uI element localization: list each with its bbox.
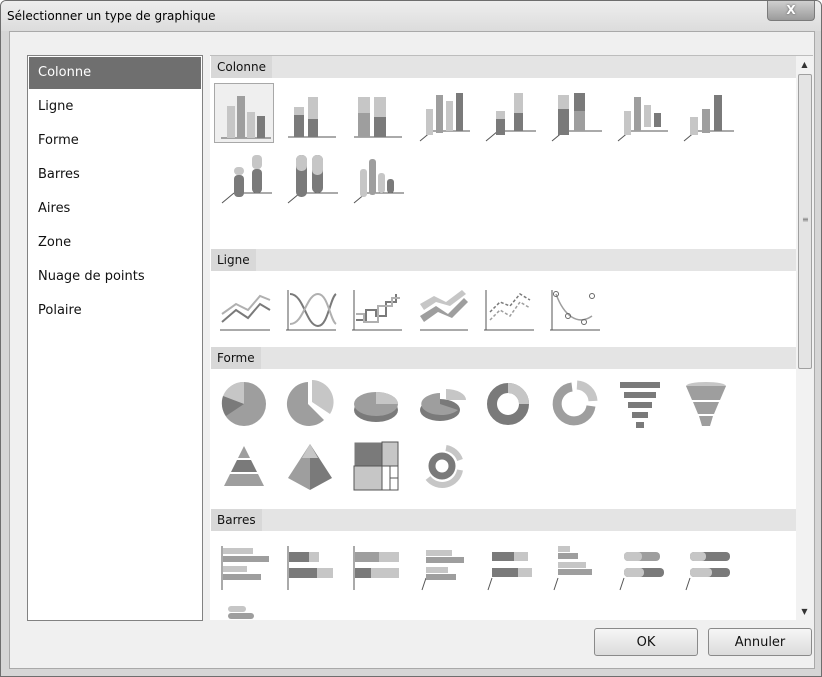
sidebar-item-forme[interactable]: Forme <box>29 125 201 157</box>
3d-cylinder-column-icon[interactable] <box>676 83 736 143</box>
3d-cylinder-clustered-bar-icon[interactable] <box>214 598 274 620</box>
clustered-bar-icon[interactable] <box>214 536 274 596</box>
sidebar-item-colonne[interactable]: Colonne <box>29 57 201 89</box>
dialog-body: Colonne Ligne Forme Barres Aires Zone Nu… <box>9 31 815 669</box>
3d-cylinder-bar-icon[interactable] <box>610 536 670 596</box>
3d-exploded-pie-icon[interactable] <box>412 374 472 434</box>
section-header-ligne: Ligne <box>211 249 796 271</box>
section-label: Ligne <box>211 249 256 271</box>
full-stacked-bar-icon[interactable] <box>346 536 406 596</box>
vertical-scrollbar[interactable]: ▲ ≡ ▼ <box>796 56 813 620</box>
3d-stacked-column-icon[interactable] <box>478 83 538 143</box>
line-with-markers-icon[interactable] <box>478 276 538 336</box>
sidebar-item-ligne[interactable]: Ligne <box>29 91 201 123</box>
ok-button[interactable]: OK <box>594 628 698 656</box>
3d-cylinder-clustered-icon[interactable] <box>346 145 406 205</box>
dialog-window: Sélectionner un type de graphique X Colo… <box>0 0 822 677</box>
3d-pyramid-icon[interactable] <box>280 436 340 496</box>
stacked-bar-icon[interactable] <box>280 536 340 596</box>
funnel-icon[interactable] <box>610 374 670 434</box>
title-bar[interactable]: Sélectionner un type de graphique X <box>1 1 821 31</box>
close-button[interactable]: X <box>767 1 815 21</box>
3d-full-stacked-column-icon[interactable] <box>544 83 604 143</box>
exploded-pie-icon[interactable] <box>280 374 340 434</box>
sidebar-item-polaire[interactable]: Polaire <box>29 295 201 327</box>
section-header-colonne: Colonne <box>211 56 796 78</box>
section-label: Barres <box>211 509 262 531</box>
3d-line-icon[interactable] <box>412 276 472 336</box>
section-label: Forme <box>211 347 261 369</box>
3d-pie-icon[interactable] <box>346 374 406 434</box>
sunburst-icon[interactable] <box>412 436 472 496</box>
line-icon[interactable] <box>214 276 274 336</box>
3d-stacked-bar-icon[interactable] <box>478 536 538 596</box>
3d-column-icon[interactable] <box>610 83 670 143</box>
chart-type-gallery: Colonne Ligne Forme Barres ▲ ≡ ▼ <box>210 55 813 620</box>
doughnut-icon[interactable] <box>478 374 538 434</box>
grip-icon: ≡ <box>802 215 809 224</box>
scroll-up-arrow-icon[interactable]: ▲ <box>796 56 813 73</box>
chart-category-list: Colonne Ligne Forme Barres Aires Zone Nu… <box>27 55 203 621</box>
section-header-barres: Barres <box>211 509 796 531</box>
treemap-icon[interactable] <box>346 436 406 496</box>
3d-cylinder-stacked-bar-icon[interactable] <box>676 536 736 596</box>
sidebar-item-aires[interactable]: Aires <box>29 193 201 225</box>
3d-clustered-column-icon[interactable] <box>412 83 472 143</box>
scrollbar-thumb[interactable]: ≡ <box>798 74 812 369</box>
full-stacked-column-icon[interactable] <box>346 83 406 143</box>
3d-cylinder-stacked-icon[interactable] <box>214 145 274 205</box>
3d-full-stacked-bar-icon[interactable] <box>544 536 604 596</box>
smooth-line-icon[interactable] <box>280 276 340 336</box>
section-label: Colonne <box>211 56 272 78</box>
sidebar-item-zone[interactable]: Zone <box>29 227 201 259</box>
3d-funnel-icon[interactable] <box>676 374 736 434</box>
stepped-line-icon[interactable] <box>346 276 406 336</box>
3d-clustered-bar-icon[interactable] <box>412 536 472 596</box>
3d-cylinder-full-stacked-icon[interactable] <box>280 145 340 205</box>
scroll-down-arrow-icon[interactable]: ▼ <box>796 603 813 620</box>
section-header-forme: Forme <box>211 347 796 369</box>
sidebar-item-barres[interactable]: Barres <box>29 159 201 191</box>
clustered-column-icon[interactable] <box>214 83 274 143</box>
pie-icon[interactable] <box>214 374 274 434</box>
smooth-line-with-markers-icon[interactable] <box>544 276 604 336</box>
dialog-title: Sélectionner un type de graphique <box>7 9 216 23</box>
pyramid-icon[interactable] <box>214 436 274 496</box>
exploded-doughnut-icon[interactable] <box>544 374 604 434</box>
stacked-column-icon[interactable] <box>280 83 340 143</box>
cancel-button[interactable]: Annuler <box>708 628 812 656</box>
sidebar-item-nuage-de-points[interactable]: Nuage de points <box>29 261 201 293</box>
